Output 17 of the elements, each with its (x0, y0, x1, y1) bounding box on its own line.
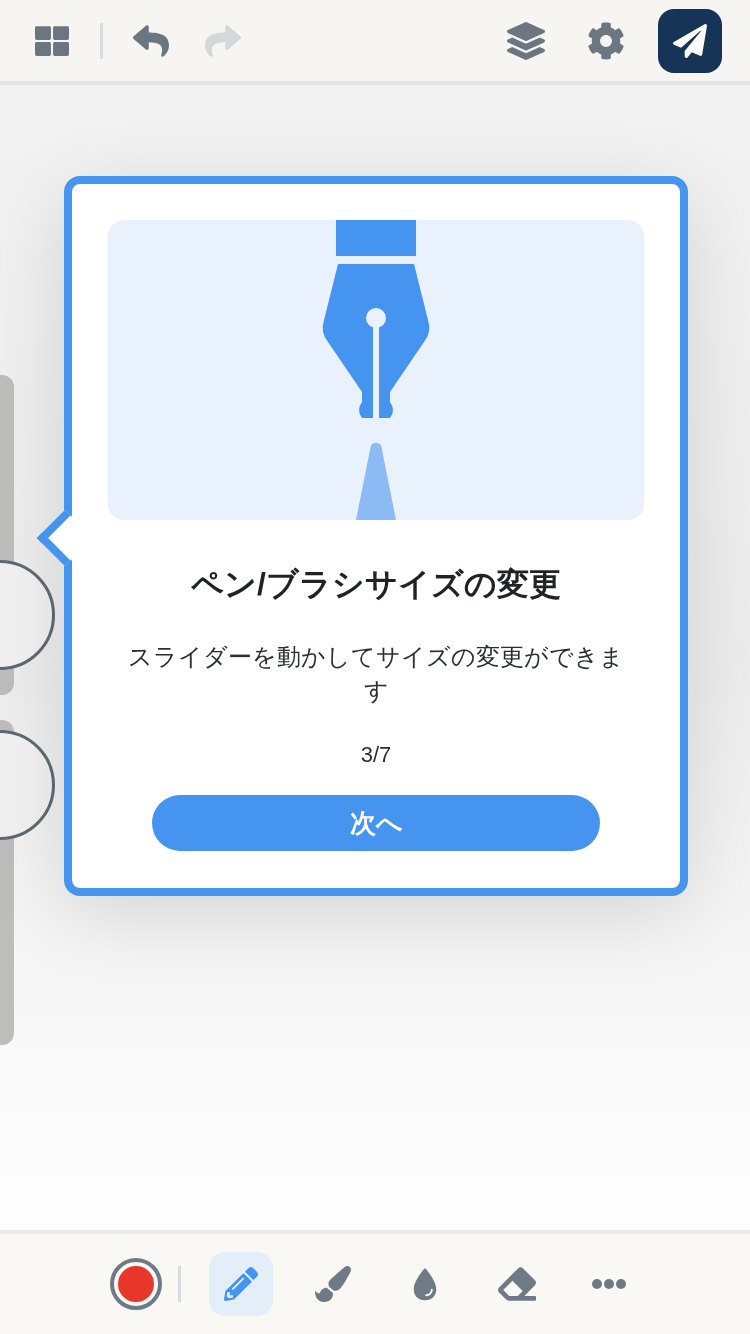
popover-description: スライダーを動かしてサイズの変更ができます (127, 642, 625, 706)
layers-icon (507, 21, 545, 60)
popover-title: ペン/ブラシサイズの変更 (191, 565, 561, 604)
undo-icon (133, 22, 169, 59)
grid-icon (35, 23, 69, 58)
ellipsis-icon (591, 1279, 626, 1289)
send-button[interactable] (658, 8, 722, 73)
paper-plane-icon (673, 23, 707, 58)
step-counter: 3/7 (360, 741, 392, 769)
next-button[interactable]: 次へ (152, 795, 600, 851)
pencil-icon (223, 1267, 258, 1301)
paintbrush-icon (314, 1266, 351, 1302)
color-swatch[interactable] (109, 1258, 162, 1310)
pen-tool-button[interactable] (208, 1252, 273, 1316)
settings-icon (587, 21, 625, 60)
eraser-icon (497, 1265, 536, 1303)
redo-icon (205, 22, 241, 59)
